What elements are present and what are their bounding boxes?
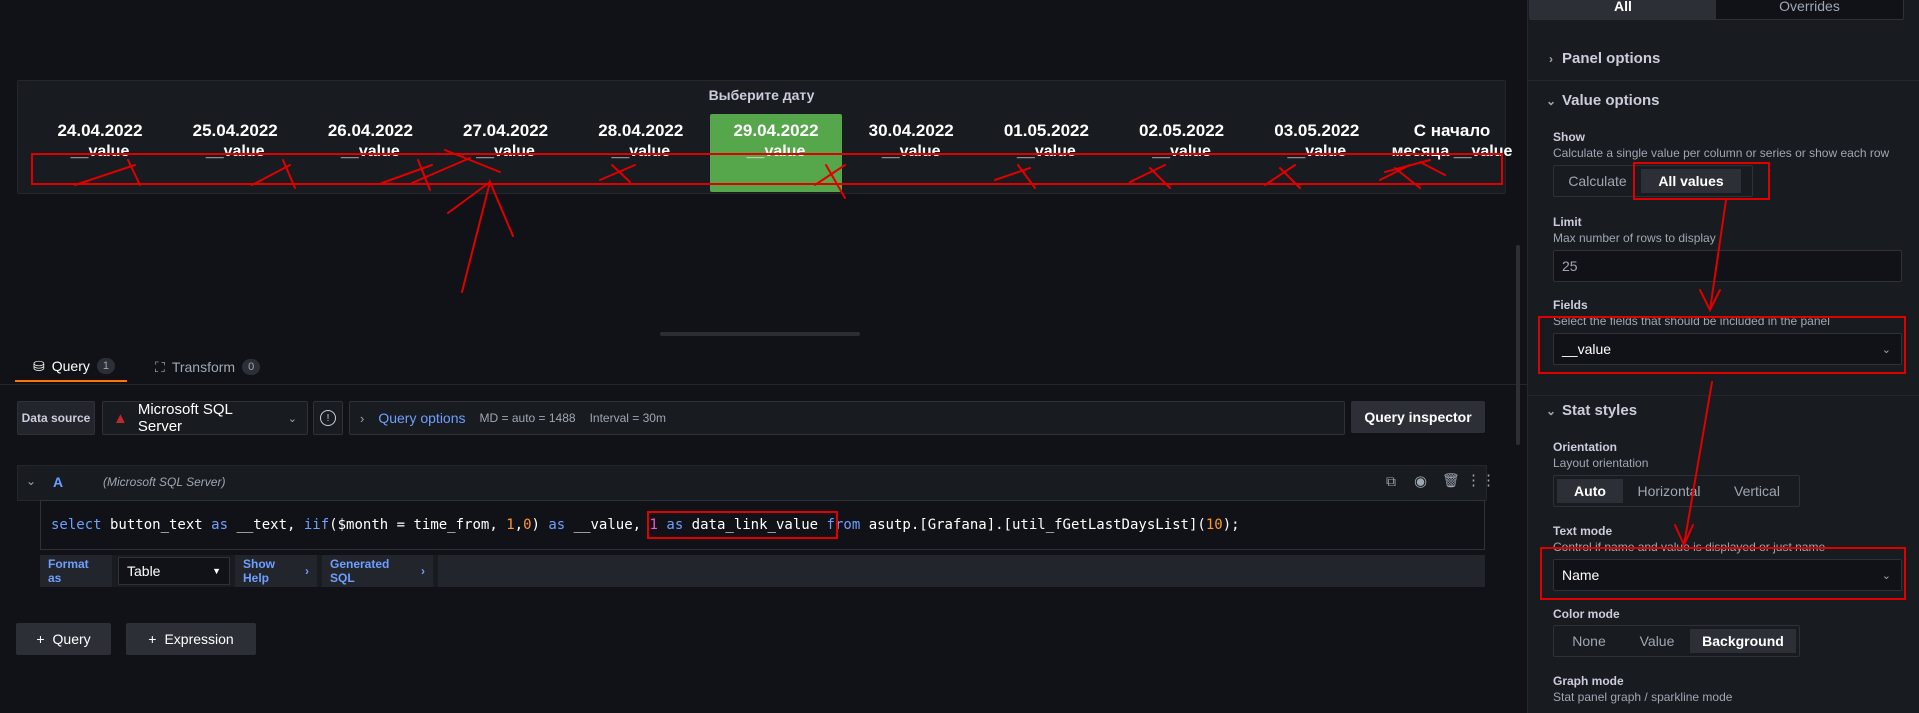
annotation-strike xyxy=(1264,164,1301,189)
annotation-strike xyxy=(599,164,636,183)
annotation-arrow xyxy=(1699,199,1727,313)
annotation-strokes xyxy=(74,149,1727,548)
annotation-strike xyxy=(251,159,296,189)
annotation-strike xyxy=(1129,164,1171,189)
annotation-strike xyxy=(74,159,141,186)
annotation-arrow xyxy=(447,178,514,293)
annotation-strike xyxy=(381,159,433,191)
annotation-arrow xyxy=(1674,381,1713,548)
annotation-strike xyxy=(814,164,846,199)
annotation-strike xyxy=(994,164,1036,189)
